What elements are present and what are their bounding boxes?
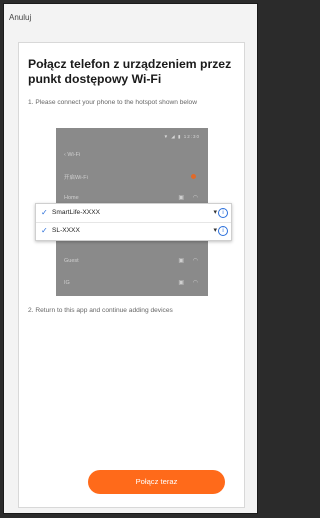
phone-row-label: IG	[64, 280, 70, 286]
wifi-icon: ◠	[192, 195, 198, 201]
status-bar: ▼ ◢ ▮ 12:30	[163, 134, 200, 139]
phone-row-wifi-toggle: 开启Wi-Fi	[56, 167, 208, 185]
wifi-network-name: SmartLife-XXXX	[52, 209, 101, 216]
top-bar: Anuluj	[4, 4, 257, 34]
phone-row-label: Guest	[64, 258, 79, 264]
wifi-icon: ◠	[192, 258, 198, 264]
check-icon: ✓	[41, 226, 48, 235]
wifi-network-item: ✓ SL-XXXX ▾ i	[36, 222, 231, 240]
lock-icon: ▣	[178, 280, 184, 286]
page-title: Połącz telefon z urządzeniem przez punkt…	[28, 57, 232, 86]
step-2-text: 2. Return to this app and continue addin…	[28, 307, 173, 314]
hotspot-list-popup: ✓ SmartLife-XXXX ▾ i ✓ SL-XXXX ▾ i	[35, 203, 232, 241]
phone-row-ig: IG ▣ ◠	[56, 274, 208, 292]
phone-row-back: ‹ Wi-Fi	[56, 146, 208, 164]
lock-icon: ▣	[178, 195, 184, 201]
lock-icon: ▣	[178, 258, 184, 264]
phone-row-guest: Guest ▣ ◠	[56, 252, 208, 270]
info-icon: i	[218, 226, 228, 236]
wifi-signal-icon: ▾	[213, 227, 217, 234]
wifi-icon: ◠	[192, 280, 198, 286]
phone-row-label: Home	[64, 195, 79, 201]
wifi-network-item: ✓ SmartLife-XXXX ▾ i	[36, 204, 231, 222]
cancel-button[interactable]: Anuluj	[9, 13, 31, 22]
phone-row-label: ‹ Wi-Fi	[64, 152, 81, 158]
info-icon: i	[218, 208, 228, 218]
check-icon: ✓	[41, 208, 48, 217]
step-1-text: 1. Please connect your phone to the hots…	[28, 99, 197, 106]
app-frame: Anuluj Połącz telefon z urządzeniem prze…	[3, 3, 258, 514]
phone-row-label: 开启Wi-Fi	[64, 175, 88, 181]
wifi-network-name: SL-XXXX	[52, 227, 80, 234]
instruction-card: Połącz telefon z urządzeniem przez punkt…	[18, 42, 245, 508]
toggle-dot-icon	[191, 174, 196, 179]
connect-now-button[interactable]: Połącz teraz	[88, 470, 225, 494]
wifi-signal-icon: ▾	[213, 209, 217, 216]
